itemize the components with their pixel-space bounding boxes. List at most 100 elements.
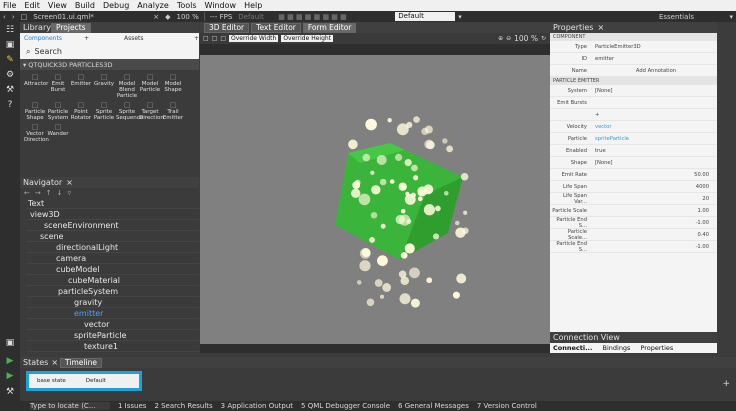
nav-item-vector[interactable]: vector [26, 319, 199, 330]
resize-tool-icon[interactable]: □ [220, 35, 226, 42]
back-icon[interactable]: ‹ [0, 13, 9, 21]
base-state-card[interactable]: base state Default [26, 371, 142, 391]
property-value[interactable]: [None] [595, 160, 717, 166]
library-item[interactable]: □ Target Direction [139, 102, 164, 122]
add-annotation-button[interactable]: Add Annotation [595, 68, 717, 74]
status-search-results[interactable]: 2 Search Results [154, 402, 212, 410]
nav-item-emitter[interactable]: emitter [26, 308, 199, 319]
property-value[interactable]: 50.00 [595, 172, 717, 178]
library-item[interactable]: □ Trail Emitter [162, 102, 184, 122]
style-selector[interactable]: Default [395, 12, 456, 21]
menu-tools[interactable]: Tools [177, 1, 197, 10]
assets-subtab[interactable]: Assets [124, 35, 194, 42]
zoom-in-icon[interactable]: ⊕ [498, 35, 503, 42]
property-value[interactable]: [None] [595, 88, 717, 94]
scene-viewport[interactable] [200, 55, 550, 344]
particle-emitter-section[interactable]: PARTICLE EMITTER [550, 77, 717, 85]
toolbar-icons[interactable]: ▦ ▦ ▦ ▦ ▦ ▦ ▦ ▦ [275, 13, 395, 21]
library-item[interactable]: □ Emit Burst [47, 74, 69, 99]
library-item[interactable]: □ Wander [47, 124, 69, 143]
build-icon[interactable]: ⚒ [0, 384, 20, 399]
library-item[interactable]: □ Vector Direction [24, 124, 49, 144]
status-qml-debugger[interactable]: 5 QML Debugger Console [301, 402, 390, 410]
debug-run-icon[interactable]: ▶ [0, 368, 20, 383]
add-icon[interactable]: + [84, 35, 124, 42]
property-value[interactable]: 1.00 [595, 208, 717, 214]
library-item[interactable]: □ Particle System [47, 102, 69, 122]
library-item[interactable]: □ Sprite Particle [93, 102, 115, 122]
move-tool-icon[interactable]: □ [212, 35, 218, 42]
zoom-selector[interactable]: 100 % [174, 13, 202, 21]
search-input[interactable]: Search [34, 47, 61, 56]
status-general-messages[interactable]: 6 General Messages [398, 402, 469, 410]
library-item[interactable]: □ Sprite Sequence [116, 102, 143, 122]
library-item[interactable]: □ Point Rotator [70, 102, 92, 122]
fps-default[interactable]: Default [235, 13, 275, 21]
nav-item-particlesystem[interactable]: particleSystem [26, 286, 199, 297]
component-section[interactable]: COMPONENT [550, 33, 717, 41]
filter-icon[interactable]: ▿ [68, 189, 72, 197]
properties-tab[interactable]: Properties [553, 23, 593, 32]
tab-form-editor[interactable]: Form Editor [302, 22, 357, 33]
chevron-down-icon[interactable]: ▾ [455, 13, 465, 21]
pencil-icon[interactable]: ✎ [0, 52, 20, 67]
gear-icon[interactable]: ⚙ [0, 67, 20, 82]
status-app-output[interactable]: 3 Application Output [221, 402, 293, 410]
arrow-up-icon[interactable]: ↑ [46, 189, 52, 197]
chevron-down-icon[interactable]: ▾ [23, 61, 26, 69]
welcome-icon[interactable]: ▣ [0, 37, 20, 52]
add-state-icon[interactable]: + [722, 379, 730, 389]
property-value[interactable]: -1.00 [595, 220, 717, 226]
menu-edit[interactable]: Edit [24, 1, 40, 10]
property-value[interactable]: vector [595, 124, 717, 130]
nav-item-spriteparticle[interactable]: spriteParticle [26, 330, 199, 341]
library-item[interactable]: □ Model Shape [162, 74, 184, 99]
nav-item-text[interactable]: Text [26, 198, 199, 209]
open-file-selector[interactable]: Screen01.ui.qml* [30, 13, 150, 21]
nav-item-gravity[interactable]: gravity [26, 297, 199, 308]
arrow-down-icon[interactable]: ↓ [57, 189, 63, 197]
add-asset-icon[interactable]: + [194, 35, 199, 42]
menu-view[interactable]: View [48, 1, 67, 10]
property-value[interactable]: + [595, 112, 717, 118]
nav-item-texture1[interactable]: texture1 [26, 341, 199, 352]
property-value[interactable]: -1.00 [595, 244, 717, 250]
tab-bindings[interactable]: Bindings [603, 344, 631, 352]
tab-connections[interactable]: Connecti... [553, 344, 593, 352]
close-icon[interactable]: × [51, 358, 58, 367]
reset-icon[interactable]: ↻ [541, 35, 546, 42]
property-value[interactable]: spriteParticle [595, 136, 717, 142]
tab-properties[interactable]: Properties [640, 344, 673, 352]
help-icon[interactable]: ? [0, 97, 20, 112]
menu-analyze[interactable]: Analyze [137, 1, 169, 10]
property-value[interactable]: true [595, 148, 717, 154]
library-item[interactable]: □ Gravity [93, 74, 115, 99]
connection-view-tab[interactable]: Connection View [553, 333, 620, 342]
menu-help[interactable]: Help [244, 1, 262, 10]
override-height[interactable]: Override Height [281, 35, 334, 42]
nav-item-cubematerial[interactable]: cubeMaterial [26, 275, 199, 286]
library-tab[interactable]: Library [23, 23, 51, 32]
property-value[interactable]: 4000 [595, 184, 717, 190]
nav-item-cubemodel[interactable]: cubeModel [26, 264, 199, 275]
nav-item-sceneenvironment[interactable]: sceneEnvironment [26, 220, 199, 231]
monitor-icon[interactable]: ▣ [0, 335, 20, 350]
timeline-tab[interactable]: Timeline [60, 357, 102, 368]
menu-window[interactable]: Window [205, 1, 237, 10]
menu-file[interactable]: File [3, 1, 16, 10]
states-tab[interactable]: States [23, 358, 48, 367]
components-subtab[interactable]: Components [24, 35, 84, 42]
property-value[interactable]: 20 [595, 196, 717, 202]
menu-debug[interactable]: Debug [103, 1, 129, 10]
id-field[interactable]: emitter [595, 56, 717, 62]
library-item[interactable]: □ Particle Shape [24, 102, 46, 122]
workspace-selector[interactable]: Essentials [626, 13, 726, 21]
locator-input[interactable]: Type to locate (C... [30, 402, 110, 410]
nav-item-camera[interactable]: camera [26, 253, 199, 264]
library-item[interactable]: □ Emitter [70, 74, 92, 99]
tab-3d-editor[interactable]: 3D Editor [204, 22, 250, 33]
arrow-left-icon[interactable]: ← [24, 189, 30, 197]
tab-text-editor[interactable]: Text Editor [251, 22, 301, 33]
close-icon[interactable]: × [66, 178, 73, 187]
grid-icon[interactable]: ☷ [0, 22, 20, 37]
